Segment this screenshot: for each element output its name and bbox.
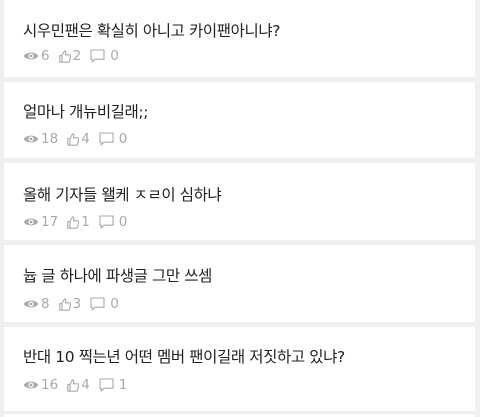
comment-icon bbox=[99, 132, 114, 146]
view-count-value: 8 bbox=[41, 296, 50, 312]
view-count-value: 17 bbox=[41, 214, 59, 230]
post-meta: 6 2 0 bbox=[23, 47, 128, 65]
view-count: 6 bbox=[23, 48, 50, 64]
eye-icon bbox=[23, 50, 39, 62]
like-count[interactable]: 3 bbox=[58, 296, 82, 312]
comment-count[interactable]: 0 bbox=[99, 131, 128, 147]
like-count-value: 4 bbox=[81, 131, 90, 147]
post-title[interactable]: 반대 10 찍는년 어떤 멤버 팬이길래 저짓하고 있냐? bbox=[23, 345, 345, 367]
comment-count-value: 0 bbox=[118, 214, 128, 230]
view-count-value: 6 bbox=[41, 48, 50, 64]
thumbs-up-icon bbox=[67, 378, 80, 392]
thumbs-up-icon bbox=[67, 132, 80, 146]
post-card[interactable]: 시우민팬은 확실히 아니고 카이팬아니냐? 6 2 0 bbox=[4, 0, 475, 77]
post-card[interactable]: 얼마나 개뉴비길래;; 18 4 0 bbox=[4, 82, 475, 158]
view-count: 16 bbox=[23, 377, 58, 393]
post-title[interactable]: 시우민팬은 확실히 아니고 카이팬아니냐? bbox=[23, 19, 280, 41]
view-count-value: 18 bbox=[41, 131, 59, 147]
comment-count-value: 1 bbox=[118, 377, 128, 393]
post-card[interactable]: 올해 기자들 왤케 ㅈㄹ이 심하냐 17 1 0 bbox=[4, 163, 475, 240]
post-meta: 16 4 1 bbox=[23, 376, 136, 394]
comment-icon bbox=[90, 297, 105, 311]
comment-icon bbox=[90, 49, 105, 63]
post-meta: 18 4 0 bbox=[23, 130, 136, 148]
comment-icon bbox=[99, 215, 114, 229]
comment-count[interactable]: 0 bbox=[90, 48, 119, 64]
view-count: 8 bbox=[23, 296, 50, 312]
eye-icon bbox=[23, 298, 39, 310]
post-title[interactable]: 얼마나 개뉴비길래;; bbox=[23, 100, 148, 122]
comment-count[interactable]: 0 bbox=[90, 296, 119, 312]
post-meta: 17 1 0 bbox=[23, 213, 136, 231]
comment-count-value: 0 bbox=[110, 48, 119, 64]
thumbs-up-icon bbox=[58, 49, 71, 63]
like-count[interactable]: 4 bbox=[67, 377, 90, 393]
comment-count[interactable]: 0 bbox=[99, 214, 128, 230]
thumbs-up-icon bbox=[67, 215, 80, 229]
comment-count[interactable]: 1 bbox=[99, 377, 128, 393]
post-card[interactable]: 반대 10 찍는년 어떤 멤버 팬이길래 저짓하고 있냐? 16 4 1 bbox=[4, 327, 475, 411]
eye-icon bbox=[23, 133, 39, 145]
comment-count-value: 0 bbox=[110, 296, 119, 312]
like-count[interactable]: 4 bbox=[67, 131, 90, 147]
eye-icon bbox=[23, 379, 39, 391]
eye-icon bbox=[23, 216, 39, 228]
like-count-value: 4 bbox=[81, 377, 90, 393]
like-count-value: 3 bbox=[72, 296, 82, 312]
comment-count-value: 0 bbox=[118, 131, 128, 147]
post-card[interactable]: 늅 글 하나에 파생글 그만 쓰셈 8 3 0 bbox=[4, 245, 475, 322]
view-count-value: 16 bbox=[41, 377, 59, 393]
post-title[interactable]: 올해 기자들 왤케 ㅈㄹ이 심하냐 bbox=[23, 183, 222, 205]
thumbs-up-icon bbox=[58, 297, 71, 311]
like-count[interactable]: 2 bbox=[58, 48, 82, 64]
like-count-value: 2 bbox=[72, 48, 82, 64]
like-count[interactable]: 1 bbox=[67, 214, 90, 230]
post-meta: 8 3 0 bbox=[23, 295, 128, 313]
view-count: 17 bbox=[23, 214, 58, 230]
like-count-value: 1 bbox=[81, 214, 90, 230]
post-title[interactable]: 늅 글 하나에 파생글 그만 쓰셈 bbox=[23, 264, 212, 286]
post-list: 시우민팬은 확실히 아니고 카이팬아니냐? 6 2 0 얼마나 개뉴비길래;; … bbox=[0, 0, 480, 417]
comment-icon bbox=[99, 378, 114, 392]
view-count: 18 bbox=[23, 131, 58, 147]
